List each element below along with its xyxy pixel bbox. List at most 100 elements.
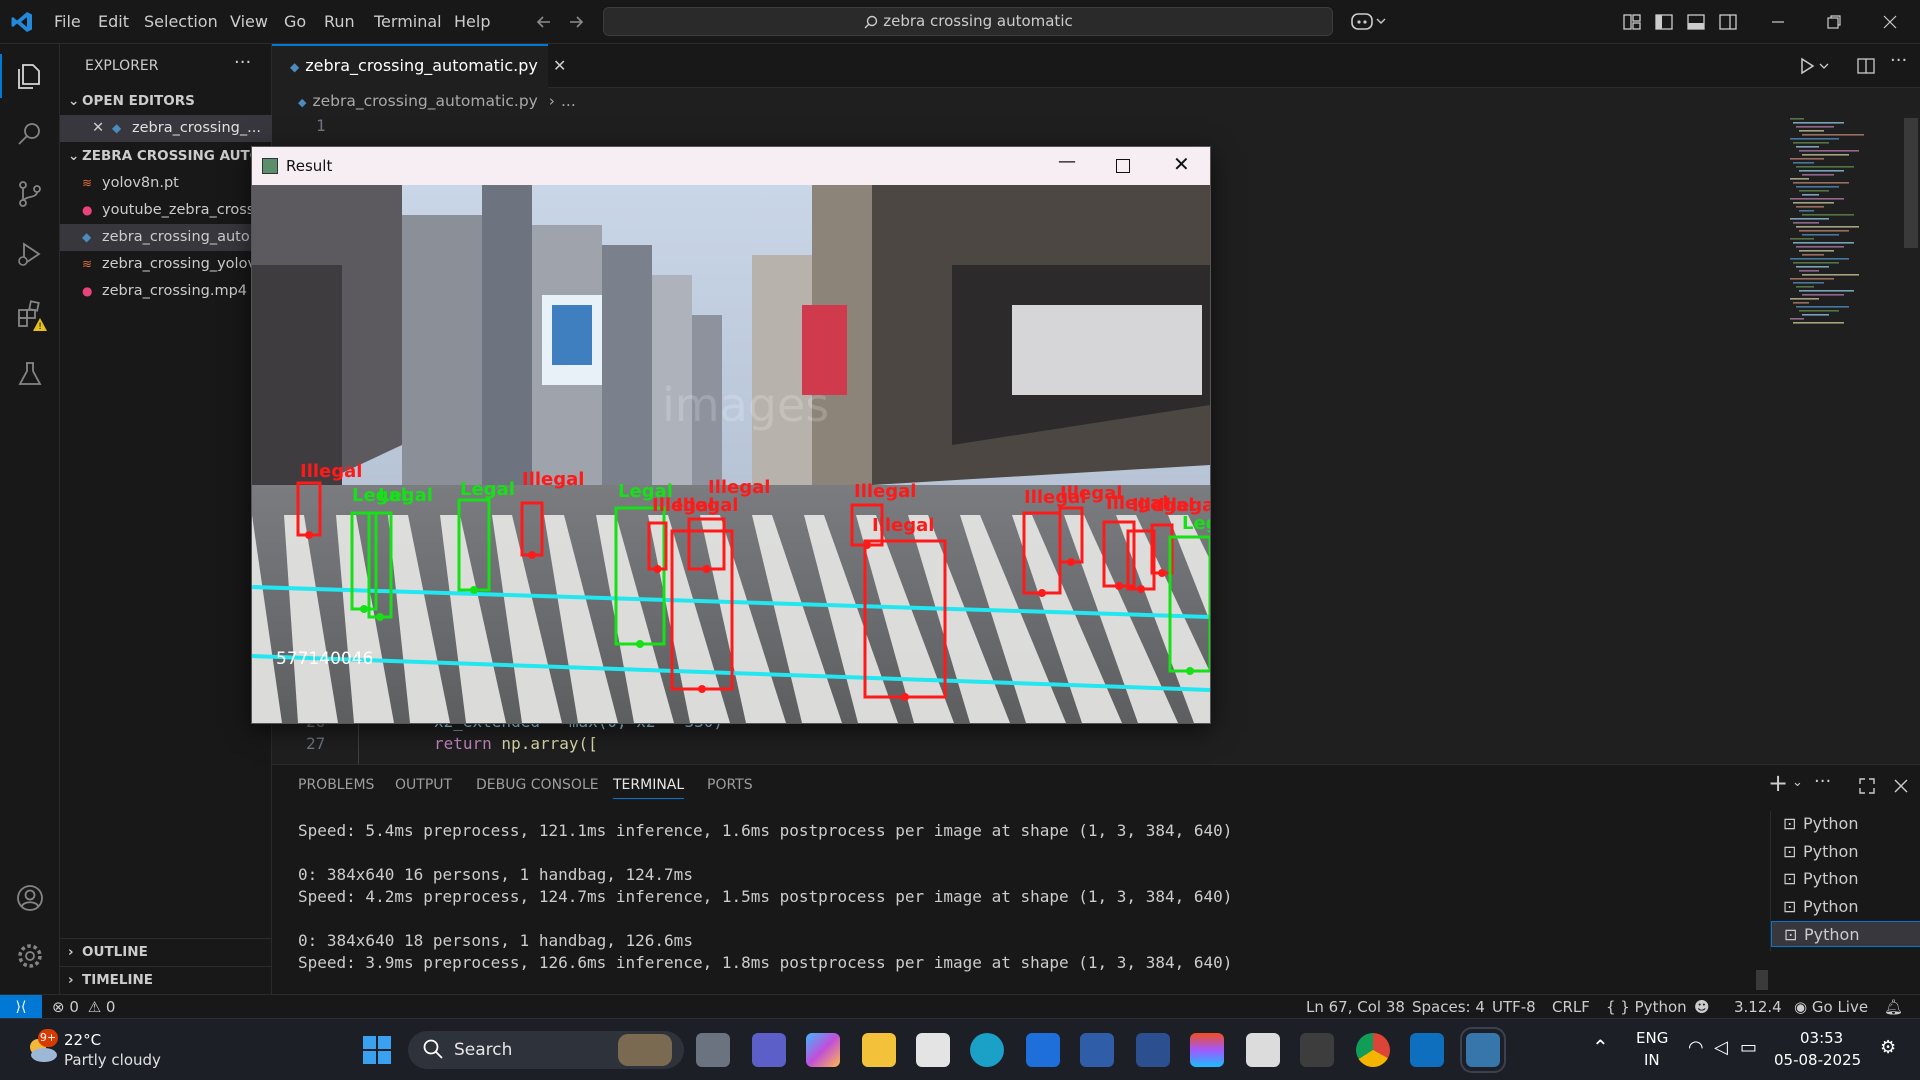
- close-tab-icon[interactable]: ✕: [553, 56, 566, 75]
- result-minimize-icon[interactable]: —: [1058, 151, 1076, 172]
- taskbar-search[interactable]: Search: [408, 1031, 684, 1069]
- run-debug-icon[interactable]: [14, 238, 46, 270]
- menu-terminal[interactable]: Terminal: [368, 0, 448, 44]
- more-actions-icon[interactable]: ···: [234, 52, 251, 73]
- edge-browser-icon[interactable]: [970, 1033, 1004, 1067]
- chevron-down-icon[interactable]: ⌄: [1792, 775, 1803, 790]
- run-python-file-icon[interactable]: [1798, 56, 1832, 76]
- task-view-icon[interactable]: [696, 1033, 730, 1067]
- file-item[interactable]: ≋ zebra_crossing_yolov...: [60, 251, 272, 278]
- encoding[interactable]: UTF-8: [1492, 995, 1536, 1019]
- chat-app-icon[interactable]: [752, 1033, 786, 1067]
- outline-section[interactable]: › OUTLINE: [60, 938, 272, 965]
- editor-scrollbar[interactable]: [1904, 118, 1918, 248]
- menu-file[interactable]: File: [48, 0, 87, 44]
- result-close-icon[interactable]: ✕: [1173, 152, 1190, 176]
- terminal-item-python[interactable]: ⊡ Python: [1771, 894, 1911, 920]
- minimize-icon[interactable]: [1768, 12, 1788, 32]
- tab-problems[interactable]: PROBLEMS: [298, 777, 374, 793]
- wifi-icon[interactable]: ◠: [1688, 1037, 1704, 1058]
- tab-ports[interactable]: PORTS: [707, 777, 753, 793]
- menu-go[interactable]: Go: [278, 0, 312, 44]
- figma-icon[interactable]: [1190, 1033, 1224, 1067]
- extensions-icon[interactable]: !: [14, 298, 50, 334]
- copilot-status-icon[interactable]: ☻: [1694, 995, 1710, 1019]
- problems-status[interactable]: ⊗ 0 ⚠ 0: [52, 995, 115, 1019]
- file-item[interactable]: ● youtube_zebra_cross...: [60, 197, 272, 224]
- back-arrow-icon[interactable]: [534, 12, 554, 32]
- notifications-bell-icon[interactable]: 🔔︎: [1884, 995, 1903, 1019]
- close-panel-icon[interactable]: [1892, 777, 1910, 795]
- language-mode[interactable]: { } Python: [1606, 995, 1687, 1019]
- file-item[interactable]: ≋ yolov8n.pt: [60, 170, 272, 197]
- command-center-search[interactable]: zebra crossing automatic: [603, 7, 1333, 36]
- terminal-item-python[interactable]: ⊡ Python: [1771, 839, 1911, 865]
- chrome-browser-icon[interactable]: [1356, 1033, 1390, 1067]
- menu-run[interactable]: Run: [318, 0, 361, 44]
- microsoft-store-icon[interactable]: [916, 1033, 950, 1067]
- go-live-button[interactable]: ◉ Go Live: [1794, 995, 1868, 1019]
- open-editors-section[interactable]: ⌄ OPEN EDITORS: [60, 88, 272, 115]
- app-blue-icon[interactable]: [1080, 1033, 1114, 1067]
- split-editor-icon[interactable]: [1856, 56, 1876, 76]
- close-window-icon[interactable]: [1880, 12, 1900, 32]
- restore-icon[interactable]: [1824, 12, 1844, 32]
- notification-center-icon[interactable]: ⚙: [1880, 1037, 1896, 1058]
- defender-shield-icon[interactable]: [1026, 1033, 1060, 1067]
- line-ending[interactable]: CRLF: [1552, 995, 1590, 1019]
- menu-selection[interactable]: Selection: [138, 0, 224, 44]
- close-editor-icon[interactable]: ✕: [92, 115, 112, 142]
- explorer-icon[interactable]: [14, 60, 46, 92]
- terminal-item-python[interactable]: ⊡ Python: [1771, 866, 1911, 892]
- python-app-icon[interactable]: [1460, 1027, 1506, 1073]
- menu-edit[interactable]: Edit: [92, 0, 135, 44]
- terminal-item-python[interactable]: ⊡ Python: [1771, 811, 1911, 837]
- result-titlebar[interactable]: Result — ✕: [252, 147, 1210, 185]
- tab-zebra-crossing-automatic[interactable]: ◆ zebra_crossing_automatic.py ✕: [272, 44, 566, 88]
- testing-icon[interactable]: [14, 358, 46, 390]
- copilot-app-icon[interactable]: [806, 1033, 840, 1067]
- indentation[interactable]: Spaces: 4: [1412, 995, 1485, 1019]
- terminal-scrollbar[interactable]: [1756, 970, 1768, 990]
- app-blue-2-icon[interactable]: [1136, 1033, 1170, 1067]
- battery-icon[interactable]: ▭: [1740, 1037, 1757, 1058]
- timeline-section[interactable]: › TIMELINE: [60, 966, 272, 993]
- manage-gear-icon[interactable]: [14, 940, 46, 972]
- file-explorer-icon[interactable]: [862, 1033, 896, 1067]
- language-line-1[interactable]: ENG: [1636, 1029, 1668, 1047]
- remote-indicator[interactable]: ⟩⟨: [0, 995, 42, 1019]
- start-button-icon[interactable]: [362, 1035, 392, 1065]
- accounts-icon[interactable]: [14, 882, 46, 914]
- python-version[interactable]: 3.12.4: [1734, 995, 1782, 1019]
- menu-view[interactable]: View: [224, 0, 274, 44]
- copilot-icon[interactable]: [1350, 11, 1386, 33]
- result-window[interactable]: Result — ✕ Illegal Legal Legal Legal Ill…: [251, 146, 1211, 724]
- cursor-position[interactable]: Ln 67, Col 38: [1306, 995, 1405, 1019]
- tab-terminal[interactable]: TERMINAL: [613, 777, 685, 799]
- tab-debug-console[interactable]: DEBUG CONSOLE: [476, 777, 599, 793]
- clock-time[interactable]: 03:53: [1800, 1029, 1843, 1047]
- customize-layout-icon[interactable]: [1622, 12, 1642, 32]
- breadcrumb-file[interactable]: zebra_crossing_automatic.py: [312, 92, 537, 110]
- file-item[interactable]: ● zebra_crossing.mp4: [60, 278, 272, 305]
- search-view-icon[interactable]: [14, 118, 46, 150]
- menu-help[interactable]: Help: [448, 0, 496, 44]
- document-app-icon[interactable]: [1246, 1033, 1280, 1067]
- forward-arrow-icon[interactable]: [566, 12, 586, 32]
- terminal-item-python-active[interactable]: ⊡ Python: [1771, 921, 1920, 947]
- file-item[interactable]: ◆ zebra_crossing_auto...: [60, 224, 272, 251]
- tab-output[interactable]: OUTPUT: [395, 777, 452, 793]
- source-control-icon[interactable]: [14, 178, 46, 210]
- toggle-secondary-sidebar-icon[interactable]: [1718, 12, 1738, 32]
- result-maximize-icon[interactable]: [1116, 159, 1130, 173]
- terminal-app-icon[interactable]: [1300, 1033, 1334, 1067]
- folder-section[interactable]: ⌄ ZEBRA CROSSING AUTOM...: [60, 143, 272, 170]
- breadcrumb-symbols[interactable]: ...: [561, 92, 576, 110]
- open-editor-item[interactable]: ✕ ◆ zebra_crossing_...: [60, 115, 272, 142]
- vscode-app-icon[interactable]: [1410, 1033, 1444, 1067]
- toggle-panel-icon[interactable]: [1686, 12, 1706, 32]
- language-line-2[interactable]: IN: [1644, 1051, 1660, 1069]
- maximize-panel-icon[interactable]: [1858, 777, 1876, 795]
- terminal-output[interactable]: Speed: 5.4ms preprocess, 121.1ms inferen…: [272, 815, 1752, 985]
- tray-overflow-icon[interactable]: ⌃: [1592, 1035, 1609, 1059]
